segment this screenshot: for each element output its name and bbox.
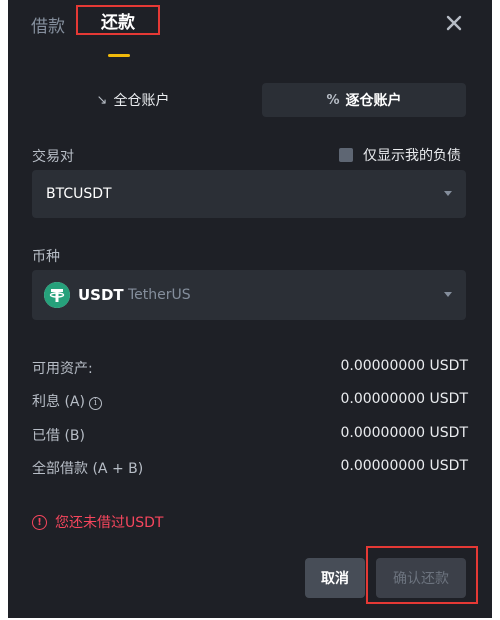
available-label: 可用资产: — [32, 361, 93, 377]
chevron-down-icon — [444, 292, 452, 297]
cancel-button[interactable]: 取消 — [305, 558, 365, 598]
coin-name: TetherUS — [128, 287, 191, 303]
coin-label: 币种 — [32, 249, 60, 265]
pair-value: BTCUSDT — [46, 186, 112, 202]
interest-label: 利息 (A) — [32, 394, 85, 410]
cross-margin-icon: ↘ — [96, 92, 108, 108]
cancel-button-label: 取消 — [321, 571, 349, 587]
total-borrowed-value: 0.00000000 USDT — [340, 458, 468, 474]
active-tab-indicator — [108, 54, 130, 57]
tab-repay[interactable]: 还款 — [76, 5, 160, 35]
coin-symbol: USDT — [78, 286, 124, 304]
borrowed-value: 0.00000000 USDT — [340, 425, 468, 441]
isolated-margin-button[interactable]: % 逐仓账户 — [262, 83, 466, 117]
interest-row-label: 利息 (A) i — [32, 391, 102, 411]
close-icon[interactable] — [445, 14, 463, 32]
warning-text: 您还未借过USDT — [55, 515, 164, 531]
warning-icon: ! — [32, 514, 47, 530]
tether-icon — [44, 282, 70, 308]
only-my-debt-checkbox[interactable]: 仅显示我的负债 — [339, 145, 461, 165]
pair-select[interactable]: BTCUSDT — [32, 170, 466, 218]
cross-margin-button[interactable]: ↘ 全仓账户 — [32, 83, 234, 117]
borrowed-label: 已借 (B) — [32, 428, 85, 444]
repay-modal: 借款 还款 ↘ 全仓账户 % 逐仓账户 交易对 仅显示我的负债 BTCUSDT … — [8, 0, 492, 618]
coin-select[interactable]: USDT TetherUS — [32, 270, 466, 320]
confirm-repay-button[interactable]: 确认还款 — [376, 558, 466, 598]
only-my-debt-label: 仅显示我的负债 — [363, 148, 461, 164]
pair-label: 交易对 — [32, 149, 74, 165]
isolated-margin-icon: % — [326, 92, 340, 108]
chevron-down-icon — [444, 191, 452, 196]
interest-value: 0.00000000 USDT — [340, 391, 468, 407]
no-borrow-warning: ! 您还未借过USDT — [32, 512, 163, 532]
total-borrowed-label: 全部借款 (A + B) — [32, 461, 144, 477]
info-icon[interactable]: i — [88, 397, 102, 410]
tab-borrow[interactable]: 借款 — [31, 12, 65, 37]
available-value: 0.00000000 USDT — [340, 358, 468, 374]
isolated-margin-label: 逐仓账户 — [345, 93, 402, 109]
tab-repay-label: 还款 — [101, 12, 135, 33]
confirm-button-label: 确认还款 — [393, 571, 449, 587]
cross-margin-label: 全仓账户 — [113, 93, 170, 109]
checkbox-box[interactable] — [339, 148, 353, 162]
